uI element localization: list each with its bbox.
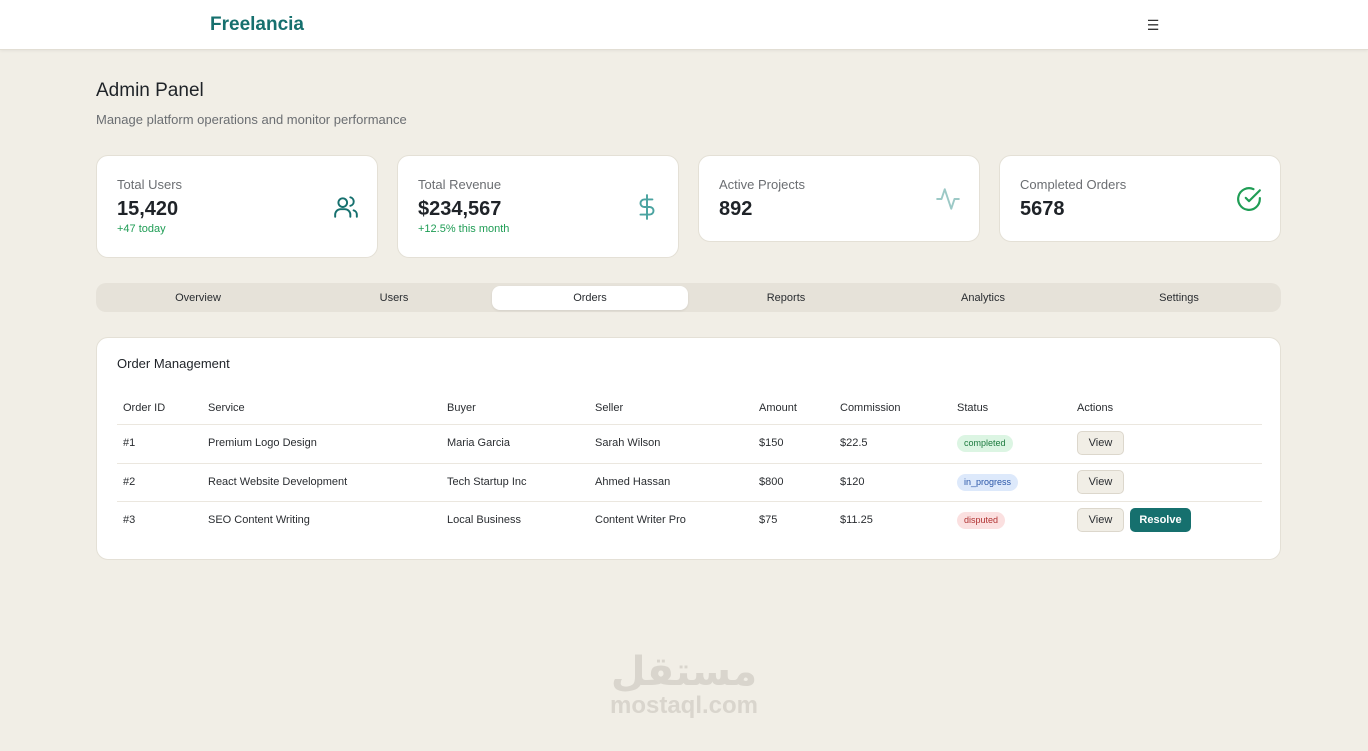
order-buyer: Local Business [447, 514, 521, 526]
stat-label: Total Users [117, 177, 183, 192]
order-amount: $800 [759, 476, 784, 488]
row-divider [117, 424, 1262, 425]
resolve-button[interactable]: Resolve [1130, 508, 1191, 532]
page-subtitle: Manage platform operations and monitor p… [96, 112, 407, 127]
order-management-panel: Order Management Order ID Service Buyer … [96, 337, 1281, 560]
stat-card-completed-orders: Completed Orders 5678 [999, 155, 1281, 242]
stat-card-active-projects: Active Projects 892 [698, 155, 980, 242]
check-circle-icon [1237, 187, 1261, 211]
order-commission: $11.25 [840, 514, 873, 526]
users-icon [334, 196, 358, 218]
stat-label: Completed Orders [1020, 177, 1127, 192]
order-buyer: Tech Startup Inc [447, 476, 527, 488]
row-divider [117, 463, 1262, 464]
tab-analytics[interactable]: Analytics [885, 286, 1081, 310]
column-header-amount: Amount [759, 402, 797, 414]
view-button[interactable]: View [1077, 508, 1124, 532]
column-header-order-id: Order ID [123, 402, 166, 414]
order-id: #3 [123, 514, 136, 526]
column-header-seller: Seller [595, 402, 624, 414]
order-service: React Website Development [208, 476, 348, 488]
column-header-commission: Commission [840, 402, 901, 414]
column-header-service: Service [208, 402, 245, 414]
tab-overview[interactable]: Overview [100, 286, 296, 310]
order-commission: $22.5 [840, 437, 868, 449]
status-badge: disputed [957, 512, 1006, 529]
tab-users[interactable]: Users [296, 286, 492, 310]
stat-card-total-users: Total Users 15,420 +47 today [96, 155, 378, 258]
brand-logo[interactable]: Freelancia [210, 14, 304, 36]
tab-orders[interactable]: Orders [492, 286, 688, 310]
column-header-status: Status [957, 402, 989, 414]
view-button[interactable]: View [1077, 470, 1124, 494]
stat-change: +47 today [117, 223, 166, 235]
stat-value: $234,567 [418, 198, 502, 220]
mostaql-watermark: مستقل mostaql.com [600, 652, 768, 720]
activity-icon [936, 188, 960, 210]
tab-settings[interactable]: Settings [1081, 286, 1277, 310]
page-title: Admin Panel [96, 80, 204, 101]
row-divider [117, 501, 1262, 502]
order-seller: Ahmed Hassan [595, 476, 671, 488]
watermark-arabic-logo: مستقل [610, 649, 758, 695]
status-badge: completed [957, 435, 1013, 452]
column-header-buyer: Buyer [447, 402, 476, 414]
watermark-domain: mostaql.com [609, 692, 759, 719]
hamburger-menu-icon[interactable]: ☰ [1144, 14, 1162, 34]
dollar-icon [639, 194, 655, 220]
stat-value: 15,420 [117, 198, 179, 220]
order-service: Premium Logo Design [208, 437, 317, 449]
order-seller: Content Writer Pro [595, 514, 686, 526]
top-navbar: Freelancia ☰ [0, 0, 1368, 50]
stat-label: Total Revenue [418, 177, 502, 192]
stat-card-total-revenue: Total Revenue $234,567 +12.5% this month [397, 155, 679, 258]
order-commission: $120 [840, 476, 865, 488]
stat-value: 892 [719, 198, 753, 220]
column-header-actions: Actions [1077, 402, 1114, 414]
stat-change: +12.5% this month [418, 223, 510, 235]
stat-label: Active Projects [719, 177, 805, 192]
order-buyer: Maria Garcia [447, 437, 510, 449]
order-id: #2 [123, 476, 136, 488]
tab-reports[interactable]: Reports [688, 286, 884, 310]
status-badge: in_progress [957, 474, 1019, 491]
view-button[interactable]: View [1077, 431, 1124, 455]
panel-title: Order Management [117, 356, 230, 371]
order-seller: Sarah Wilson [595, 437, 661, 449]
admin-tabs: Overview Users Orders Reports Analytics … [96, 283, 1281, 312]
order-service: SEO Content Writing [208, 514, 310, 526]
order-amount: $75 [759, 514, 778, 526]
stat-value: 5678 [1020, 198, 1065, 220]
order-id: #1 [123, 437, 136, 449]
order-amount: $150 [759, 437, 784, 449]
